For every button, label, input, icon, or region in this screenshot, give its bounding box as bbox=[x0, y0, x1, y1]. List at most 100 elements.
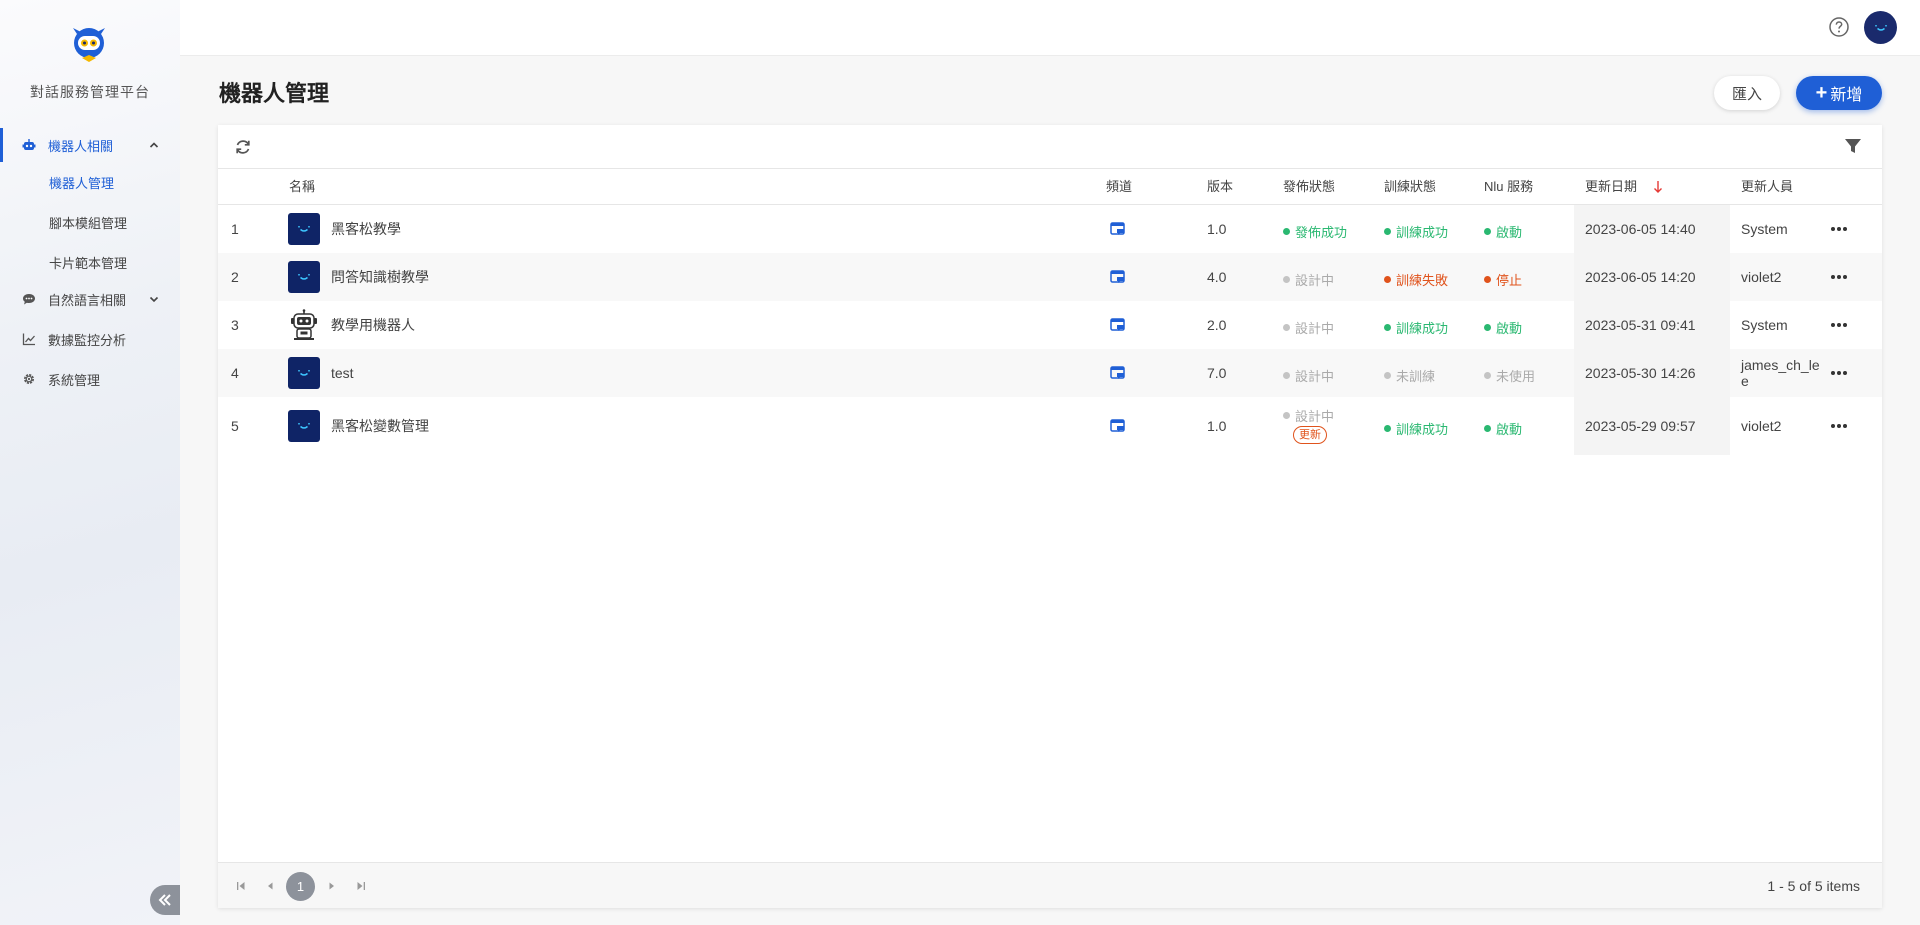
updated-date: 2023-05-30 14:26 bbox=[1585, 365, 1696, 381]
user-avatar[interactable] bbox=[1864, 11, 1897, 44]
bot-avatar bbox=[288, 410, 320, 442]
bot-version: 2.0 bbox=[1207, 317, 1227, 333]
more-actions-icon[interactable] bbox=[1830, 370, 1848, 376]
filter-icon[interactable] bbox=[1844, 137, 1862, 155]
train-status: 訓練成功 bbox=[1384, 419, 1448, 438]
sidebar-subitem-script-modules[interactable]: 腳本模組管理 bbox=[0, 202, 180, 242]
row-index: 4 bbox=[231, 365, 239, 381]
line-chart-icon bbox=[22, 332, 36, 346]
sidebar-item-system[interactable]: 系統管理 bbox=[0, 362, 180, 396]
nlu-status: 啟動 bbox=[1484, 222, 1522, 241]
bot-avatar bbox=[288, 357, 320, 389]
bot-name[interactable]: 問答知識樹教學 bbox=[331, 253, 429, 301]
table-row[interactable]: 2 問答知識樹教學 4.0 設計中 訓練失敗 停止 2023-06-05 14:… bbox=[218, 253, 1882, 301]
train-status: 訓練成功 bbox=[1384, 318, 1448, 337]
updated-date: 2023-06-05 14:20 bbox=[1585, 269, 1696, 285]
bot-version: 1.0 bbox=[1207, 418, 1227, 434]
table-row[interactable]: 5 黑客松變數管理 1.0 設計中 更新 訓練成功 啟動 2023-05-29 … bbox=[218, 397, 1882, 455]
updated-by: System bbox=[1741, 317, 1788, 333]
column-header-channel[interactable]: 頻道 bbox=[1106, 169, 1132, 205]
row-index: 1 bbox=[231, 221, 239, 237]
bot-version: 7.0 bbox=[1207, 365, 1227, 381]
bot-name[interactable]: 黑客松教學 bbox=[331, 205, 401, 253]
column-header-updated-by[interactable]: 更新人員 bbox=[1741, 169, 1793, 205]
column-header-version[interactable]: 版本 bbox=[1207, 169, 1233, 205]
nlu-status: 停止 bbox=[1484, 270, 1522, 289]
chevron-up-icon bbox=[149, 142, 159, 148]
top-bar bbox=[180, 0, 1920, 56]
sidebar-item-label: 數據監控分析 bbox=[48, 332, 127, 348]
bot-face-icon bbox=[298, 370, 310, 376]
more-actions-icon[interactable] bbox=[1830, 274, 1848, 280]
sort-descending-icon[interactable] bbox=[1653, 180, 1663, 194]
sidebar-item-label: 系統管理 bbox=[48, 372, 101, 388]
row-index: 2 bbox=[231, 269, 239, 285]
sidebar-collapse-button[interactable] bbox=[150, 885, 180, 915]
column-header-train-status[interactable]: 訓練狀態 bbox=[1384, 169, 1436, 205]
import-button[interactable]: 匯入 bbox=[1714, 76, 1780, 110]
table-row[interactable]: 1 黑客松教學 1.0 發佈成功 訓練成功 啟動 2023-06-05 14:4… bbox=[218, 205, 1882, 253]
brand-name: 對話服務管理平台 bbox=[30, 84, 150, 100]
page-number-button[interactable]: 1 bbox=[286, 872, 315, 901]
updated-by: violet2 bbox=[1741, 418, 1782, 434]
first-page-icon[interactable] bbox=[235, 880, 247, 892]
sidebar-item-analytics[interactable]: 數據監控分析 bbox=[0, 322, 180, 356]
updated-date: 2023-05-29 09:57 bbox=[1585, 418, 1696, 434]
more-actions-icon[interactable] bbox=[1830, 322, 1848, 328]
table-row[interactable]: 4 test 7.0 設計中 未訓練 未使用 2023-05-30 14:26 … bbox=[218, 349, 1882, 397]
nlu-status: 啟動 bbox=[1484, 318, 1522, 337]
webchat-channel-icon[interactable] bbox=[1110, 221, 1126, 237]
table-row[interactable]: 3 教學用機器人 2.0 設計中 訓練成功 啟動 2023-05-31 09:4… bbox=[218, 301, 1882, 349]
sidebar-subitem-robot-management[interactable]: 機器人管理 bbox=[0, 162, 180, 202]
robot-table-card: 名稱 頻道 版本 發佈狀態 訓練狀態 Nlu 服務 更新日期 更新人員 1 黑客… bbox=[218, 125, 1882, 908]
bot-name[interactable]: test bbox=[331, 349, 354, 397]
bot-version: 1.0 bbox=[1207, 221, 1227, 237]
double-chevron-left-icon bbox=[158, 894, 171, 906]
bot-avatar bbox=[288, 213, 320, 245]
gear-icon bbox=[22, 372, 36, 386]
sidebar-nav: 機器人相關 機器人管理 腳本模組管理 卡片範本管理 自然語言相關 數據監控分析 … bbox=[0, 128, 180, 396]
app-logo bbox=[73, 28, 105, 62]
table-header: 名稱 頻道 版本 發佈狀態 訓練狀態 Nlu 服務 更新日期 更新人員 bbox=[218, 169, 1882, 205]
sidebar-subitem-card-templates[interactable]: 卡片範本管理 bbox=[0, 242, 180, 282]
help-icon[interactable] bbox=[1828, 16, 1850, 38]
column-header-updated-date[interactable]: 更新日期 bbox=[1585, 169, 1637, 205]
updated-date: 2023-06-05 14:40 bbox=[1585, 221, 1696, 237]
column-header-publish-status[interactable]: 發佈狀態 bbox=[1283, 169, 1335, 205]
bot-name[interactable]: 黑客松變數管理 bbox=[331, 397, 429, 455]
sidebar: 對話服務管理平台 機器人相關 機器人管理 腳本模組管理 卡片範本管理 自然語言相… bbox=[0, 0, 180, 925]
column-header-name[interactable]: 名稱 bbox=[289, 169, 315, 205]
chevron-down-icon bbox=[149, 296, 159, 303]
webchat-channel-icon[interactable] bbox=[1110, 418, 1126, 434]
train-status: 未訓練 bbox=[1384, 366, 1435, 385]
row-index: 5 bbox=[231, 418, 239, 434]
table-toolbar bbox=[218, 125, 1882, 169]
more-actions-icon[interactable] bbox=[1830, 423, 1848, 429]
bot-face-icon bbox=[1874, 24, 1887, 31]
webchat-channel-icon[interactable] bbox=[1110, 317, 1126, 333]
nlu-status: 啟動 bbox=[1484, 419, 1522, 438]
refresh-icon[interactable] bbox=[234, 138, 252, 156]
pagination-summary: 1 - 5 of 5 items bbox=[1767, 878, 1860, 894]
sidebar-item-nlp[interactable]: 自然語言相關 bbox=[0, 282, 180, 316]
bot-avatar bbox=[288, 309, 320, 341]
sidebar-item-label: 自然語言相關 bbox=[48, 292, 127, 308]
sidebar-item-robots[interactable]: 機器人相關 bbox=[0, 128, 180, 162]
next-page-icon[interactable] bbox=[326, 880, 338, 892]
bot-name[interactable]: 教學用機器人 bbox=[331, 301, 415, 349]
more-actions-icon[interactable] bbox=[1830, 226, 1848, 232]
last-page-icon[interactable] bbox=[355, 880, 367, 892]
webchat-channel-icon[interactable] bbox=[1110, 269, 1126, 285]
updated-by: System bbox=[1741, 221, 1788, 237]
bot-face-icon bbox=[298, 274, 310, 280]
add-button[interactable]: + 新增 bbox=[1796, 76, 1882, 110]
bot-face-icon bbox=[298, 226, 310, 232]
train-status: 訓練失敗 bbox=[1384, 270, 1448, 289]
column-header-nlu-service[interactable]: Nlu 服務 bbox=[1484, 169, 1533, 205]
publish-status: 發佈成功 bbox=[1283, 222, 1347, 241]
page-title: 機器人管理 bbox=[219, 81, 330, 106]
webchat-channel-icon[interactable] bbox=[1110, 365, 1126, 381]
previous-page-icon[interactable] bbox=[264, 880, 276, 892]
update-badge[interactable]: 更新 bbox=[1293, 426, 1327, 444]
bot-face-icon bbox=[298, 423, 310, 429]
